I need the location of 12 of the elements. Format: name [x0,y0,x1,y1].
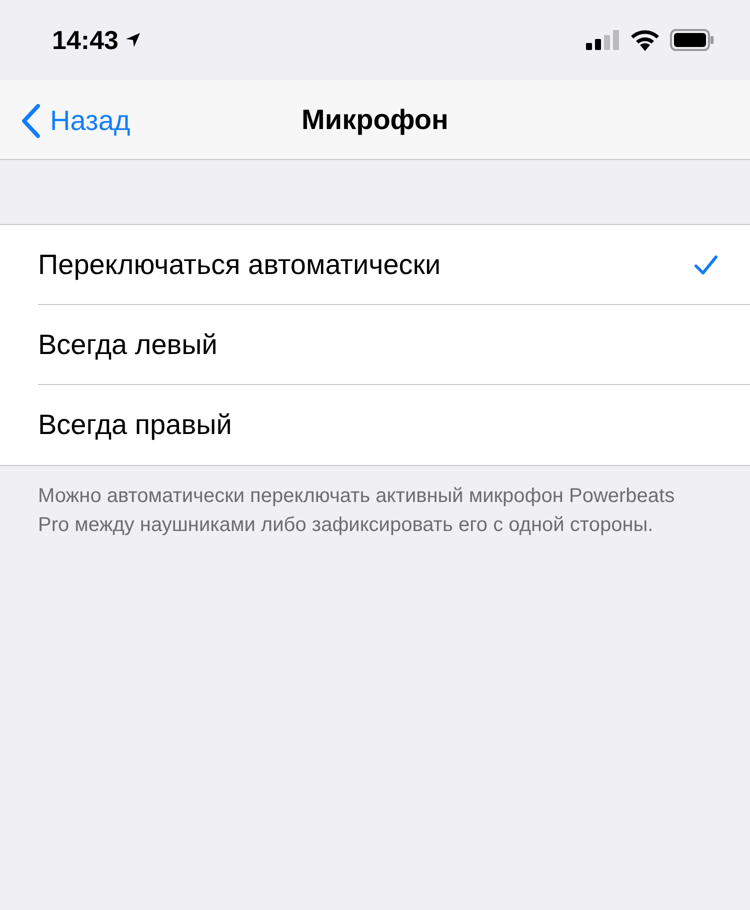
option-row[interactable]: Всегда правый [38,385,750,465]
option-row[interactable]: Всегда левый [38,305,750,385]
location-arrow-icon [124,32,140,48]
wifi-icon [630,29,660,51]
option-row[interactable]: Переключаться автоматически [38,225,750,305]
footer-note: Можно автоматически переключать активный микрофон Powerbeats Pro между наушниками либо зафиксировать его с одной стороны. [37,484,676,538]
back-button[interactable]: Назад [20,100,130,142]
battery-icon [670,29,714,51]
signal-icon [586,30,620,50]
chevron-left-icon [20,103,42,139]
screen-title: Микрофон [302,102,448,137]
status-time: 14:43 [52,24,118,56]
